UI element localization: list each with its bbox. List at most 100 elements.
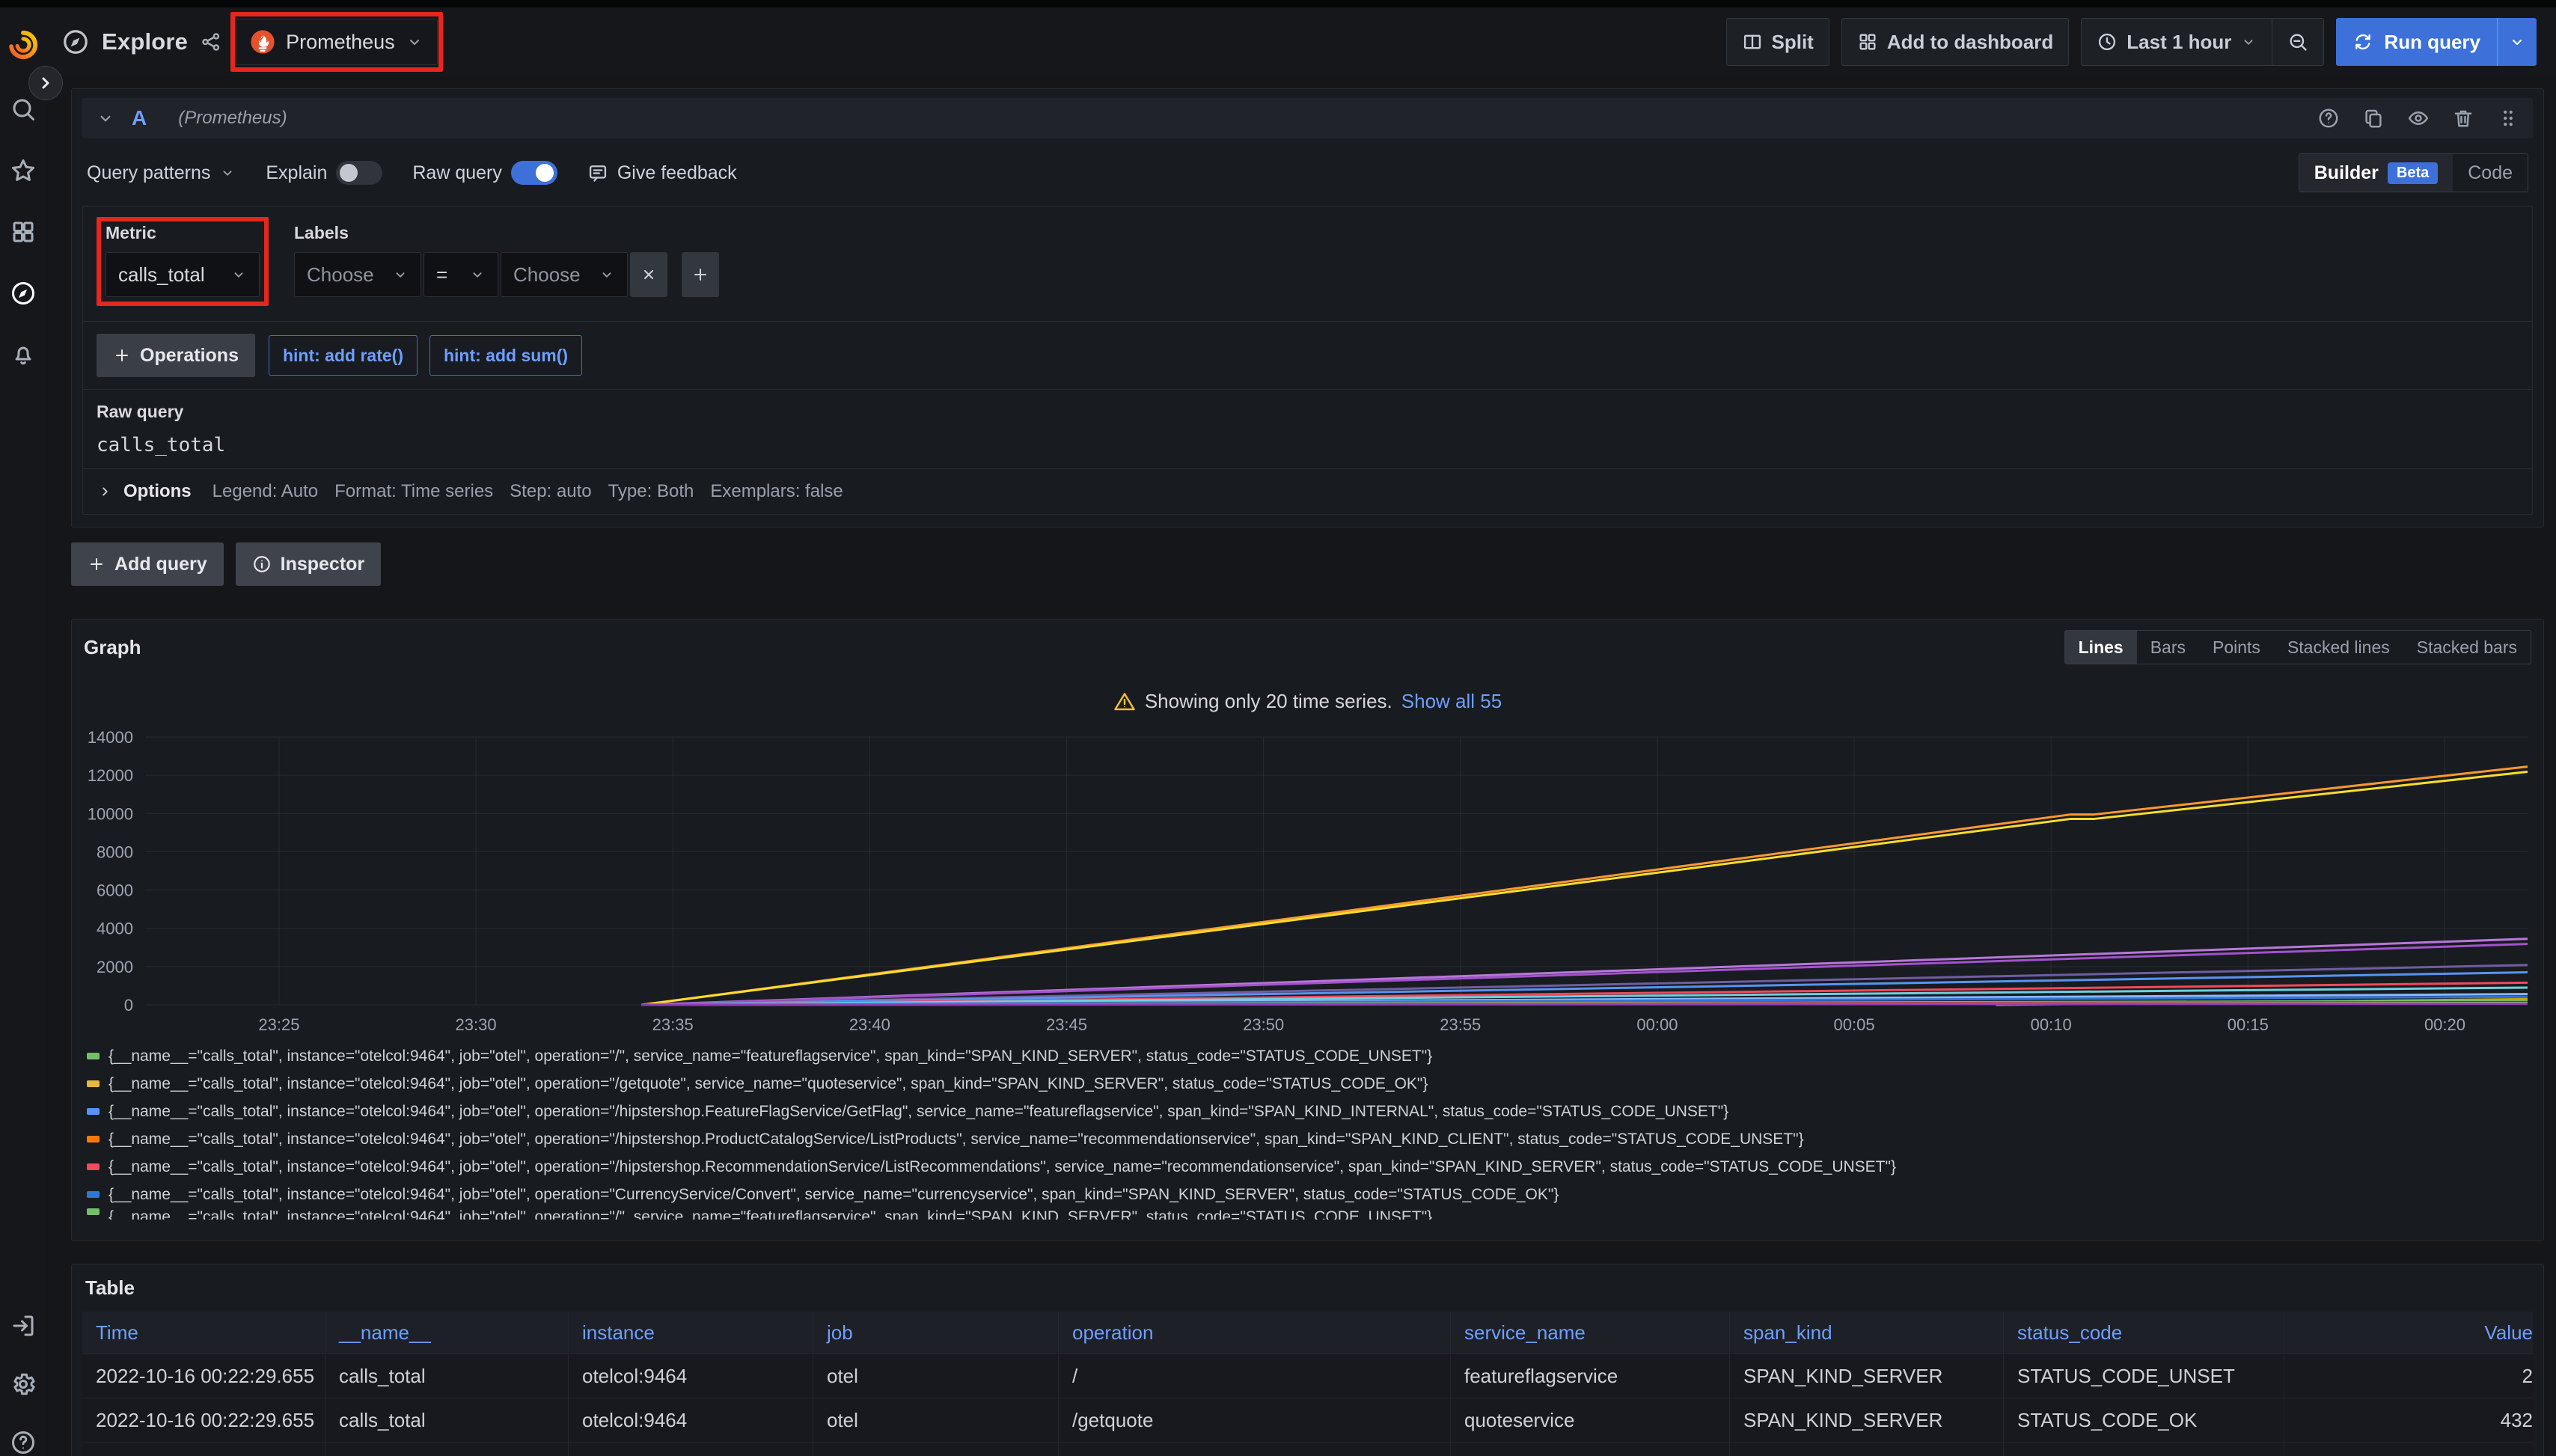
table-column-header-time[interactable]: Time: [82, 1312, 325, 1353]
explain-label: Explain: [266, 162, 327, 184]
sync-icon: [2352, 31, 2373, 52]
graph-mode-tab-bars[interactable]: Bars: [2137, 631, 2199, 664]
time-range-picker[interactable]: Last 1 hour: [2082, 19, 2272, 65]
inspector-button[interactable]: Inspector: [236, 542, 382, 586]
legend-item[interactable]: {__name__="calls_total", instance="otelc…: [87, 1125, 2528, 1153]
sidebar: [0, 7, 46, 1456]
show-all-series-link[interactable]: Show all 55: [1401, 690, 1502, 713]
code-label: Code: [2468, 162, 2513, 184]
graph-mode-tab-stacked-lines[interactable]: Stacked lines: [2274, 631, 2403, 664]
query-patterns-dropdown[interactable]: Query patterns: [87, 162, 236, 184]
alerting-bell-icon[interactable]: [10, 341, 37, 368]
graph-mode-tabs: LinesBarsPointsStacked linesStacked bars: [2064, 630, 2531, 664]
switch-knob: [340, 164, 358, 182]
page-title: Explore: [102, 28, 188, 55]
table-column-header-instance[interactable]: instance: [569, 1312, 813, 1353]
query-patterns-label: Query patterns: [87, 162, 210, 184]
svg-text:10000: 10000: [88, 804, 133, 823]
raw-query-value: calls_total: [97, 434, 2519, 456]
run-query-dropdown[interactable]: [2497, 18, 2537, 66]
header-actions: Split Add to dashboard Last 1 hour: [1726, 18, 2537, 66]
query-row-header[interactable]: A (Prometheus): [82, 98, 2533, 138]
operations-label: Operations: [140, 345, 239, 367]
table-column-header-value[interactable]: Value: [2284, 1312, 2546, 1353]
add-query-button[interactable]: Add query: [71, 542, 224, 586]
drag-handle-icon[interactable]: [2497, 107, 2519, 129]
operations-button[interactable]: Operations: [97, 334, 255, 377]
table-cell: otelcol:9464: [569, 1398, 813, 1442]
table-column-header-name[interactable]: __name__: [325, 1312, 569, 1353]
plus-icon: [88, 555, 106, 573]
table-column-header-statuscode[interactable]: status_code: [2004, 1312, 2284, 1353]
query-actions: Add query Inspector: [71, 542, 2544, 586]
table-cell: 432: [2284, 1398, 2546, 1442]
legend-series-swatch: [87, 1191, 100, 1198]
svg-text:00:15: 00:15: [2228, 1015, 2269, 1034]
legend-item[interactable]: {__name__="calls_total", instance="otelc…: [87, 1070, 2528, 1098]
collapse-chevron-icon[interactable]: [96, 108, 115, 128]
delete-query-trash-icon[interactable]: [2452, 107, 2474, 129]
table-body: 2022-10-16 00:22:29.655calls_totalotelco…: [82, 1354, 2533, 1456]
disable-query-eye-icon[interactable]: [2407, 107, 2430, 129]
svg-text:00:20: 00:20: [2424, 1015, 2465, 1034]
time-series-chart[interactable]: 0200040006000800010000120001400023:2523:…: [84, 718, 2531, 1039]
label-operator: =: [436, 263, 447, 287]
legend-item[interactable]: {__name__="calls_total", instance="otelc…: [87, 1098, 2528, 1125]
table-column-header-operation[interactable]: operation: [1059, 1312, 1451, 1353]
label-value-placeholder: Choose: [513, 263, 581, 287]
graph-mode-tab-points[interactable]: Points: [2199, 631, 2274, 664]
table-column-header-spankind[interactable]: span_kind: [1730, 1312, 2004, 1353]
top-strip: [0, 0, 2556, 7]
table-column-header-job[interactable]: job: [813, 1312, 1059, 1353]
explain-switch[interactable]: [336, 161, 382, 185]
help-icon[interactable]: [10, 1429, 37, 1456]
sidebar-expand-button[interactable]: [28, 66, 63, 100]
graph-mode-tab-stacked-bars[interactable]: Stacked bars: [2403, 631, 2531, 664]
label-value-select[interactable]: Choose: [501, 252, 628, 297]
starred-icon[interactable]: [10, 157, 37, 184]
graph-mode-tab-lines[interactable]: Lines: [2065, 631, 2137, 664]
split-button[interactable]: Split: [1726, 18, 1829, 66]
svg-text:23:45: 23:45: [1046, 1015, 1087, 1034]
legend-item[interactable]: {__name__="calls_total", instance="otelc…: [87, 1181, 2528, 1208]
dashboards-icon[interactable]: [10, 218, 37, 245]
query-help-icon[interactable]: [2317, 107, 2340, 129]
raw-query-label: Raw query: [97, 402, 2519, 422]
svg-text:4000: 4000: [97, 920, 133, 938]
metric-labels-row: Metric calls_total Labels Choose: [83, 207, 2532, 321]
add-label-filter-button[interactable]: [682, 252, 719, 297]
run-query-button[interactable]: Run query: [2336, 18, 2497, 66]
label-operator-select[interactable]: =: [424, 252, 498, 297]
legend-item[interactable]: {__name__="calls_total", instance="otelc…: [87, 1153, 2528, 1181]
table-column-header-servicename[interactable]: service_name: [1451, 1312, 1730, 1353]
raw-query-switch[interactable]: [511, 161, 557, 185]
give-feedback-link[interactable]: Give feedback: [587, 162, 737, 184]
remove-label-filter-button[interactable]: [630, 252, 667, 297]
legend-item[interactable]: {__name__="calls_total", instance="otelc…: [87, 1208, 2528, 1220]
explore-header: Explore Prometheus Split: [46, 7, 2556, 76]
grafana-logo[interactable]: [7, 28, 40, 61]
query-hint-button[interactable]: hint: add rate(): [269, 335, 418, 376]
gear-icon[interactable]: [10, 1371, 37, 1398]
label-key-select[interactable]: Choose: [294, 252, 421, 297]
options-collapsed-row[interactable]: Options Legend: AutoFormat: Time seriesS…: [83, 468, 2532, 514]
search-icon[interactable]: [10, 96, 37, 123]
add-to-dashboard-button[interactable]: Add to dashboard: [1841, 18, 2069, 66]
chevron-down-icon: [2240, 34, 2257, 50]
builder-mode-tab[interactable]: Builder Beta: [2299, 154, 2453, 192]
duplicate-query-icon[interactable]: [2362, 107, 2385, 129]
table-cell: /: [1059, 1354, 1451, 1398]
share-icon[interactable]: [200, 31, 222, 53]
datasource-picker[interactable]: Prometheus: [236, 19, 438, 65]
sign-in-icon[interactable]: [10, 1312, 37, 1339]
comment-icon: [587, 162, 608, 183]
code-mode-tab[interactable]: Code: [2453, 154, 2528, 192]
legend-item[interactable]: {__name__="calls_total", instance="otelc…: [87, 1042, 2528, 1070]
editor-mode-switch: Builder Beta Code: [2299, 153, 2528, 192]
explore-icon[interactable]: [10, 280, 37, 307]
zoom-out-button[interactable]: [2272, 19, 2323, 65]
query-hint-button[interactable]: hint: add sum(): [429, 335, 582, 376]
legend-series-label: {__name__="calls_total", instance="otelc…: [108, 1131, 1804, 1148]
metric-select[interactable]: calls_total: [106, 252, 260, 297]
info-circle-icon: [252, 554, 272, 574]
